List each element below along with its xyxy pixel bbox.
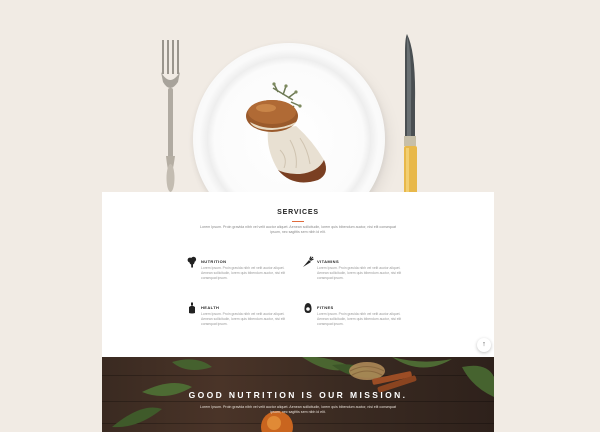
- section-title: SERVICES: [277, 209, 319, 216]
- scroll-to-top-button[interactable]: ↑: [477, 338, 491, 352]
- service-title: VITAMINS: [317, 259, 340, 264]
- service-text: Lorem Ipsum. Proin gravida nibh vel veli…: [317, 312, 402, 326]
- hero-image: [0, 0, 600, 240]
- mission-banner: GOOD NUTRITION IS OUR MISSION. Lorem Ips…: [102, 357, 494, 432]
- service-text: Lorem Ipsum. Proin gravida nibh vel veli…: [317, 266, 402, 280]
- service-title: NUTRITION: [201, 259, 227, 264]
- service-text: Lorem Ipsum. Proin gravida nibh vel veli…: [201, 266, 286, 280]
- avocado-icon: [304, 303, 312, 313]
- mushroom-image: [246, 82, 326, 183]
- title-divider: [292, 221, 304, 222]
- services-section: SERVICES Lorem Ipsum. Proin gravida nibh…: [102, 192, 494, 357]
- health-bottle-icon: [189, 302, 195, 314]
- fork-image: [161, 40, 180, 192]
- service-text: Lorem Ipsum. Proin gravida nibh vel veli…: [201, 312, 286, 326]
- mission-text: Lorem Ipsum. Proin gravida nibh vel veli…: [200, 405, 396, 414]
- arrow-up-icon: ↑: [482, 341, 486, 348]
- mission-title: GOOD NUTRITION IS OUR MISSION.: [188, 390, 408, 400]
- service-title: HEALTH: [201, 305, 220, 310]
- carrot-icon: [303, 256, 314, 267]
- knife-image: [404, 34, 417, 198]
- service-title: FITNES: [317, 305, 334, 310]
- broccoli-icon: [187, 256, 197, 268]
- section-intro: Lorem Ipsum. Proin gravida nibh vel veli…: [200, 225, 396, 234]
